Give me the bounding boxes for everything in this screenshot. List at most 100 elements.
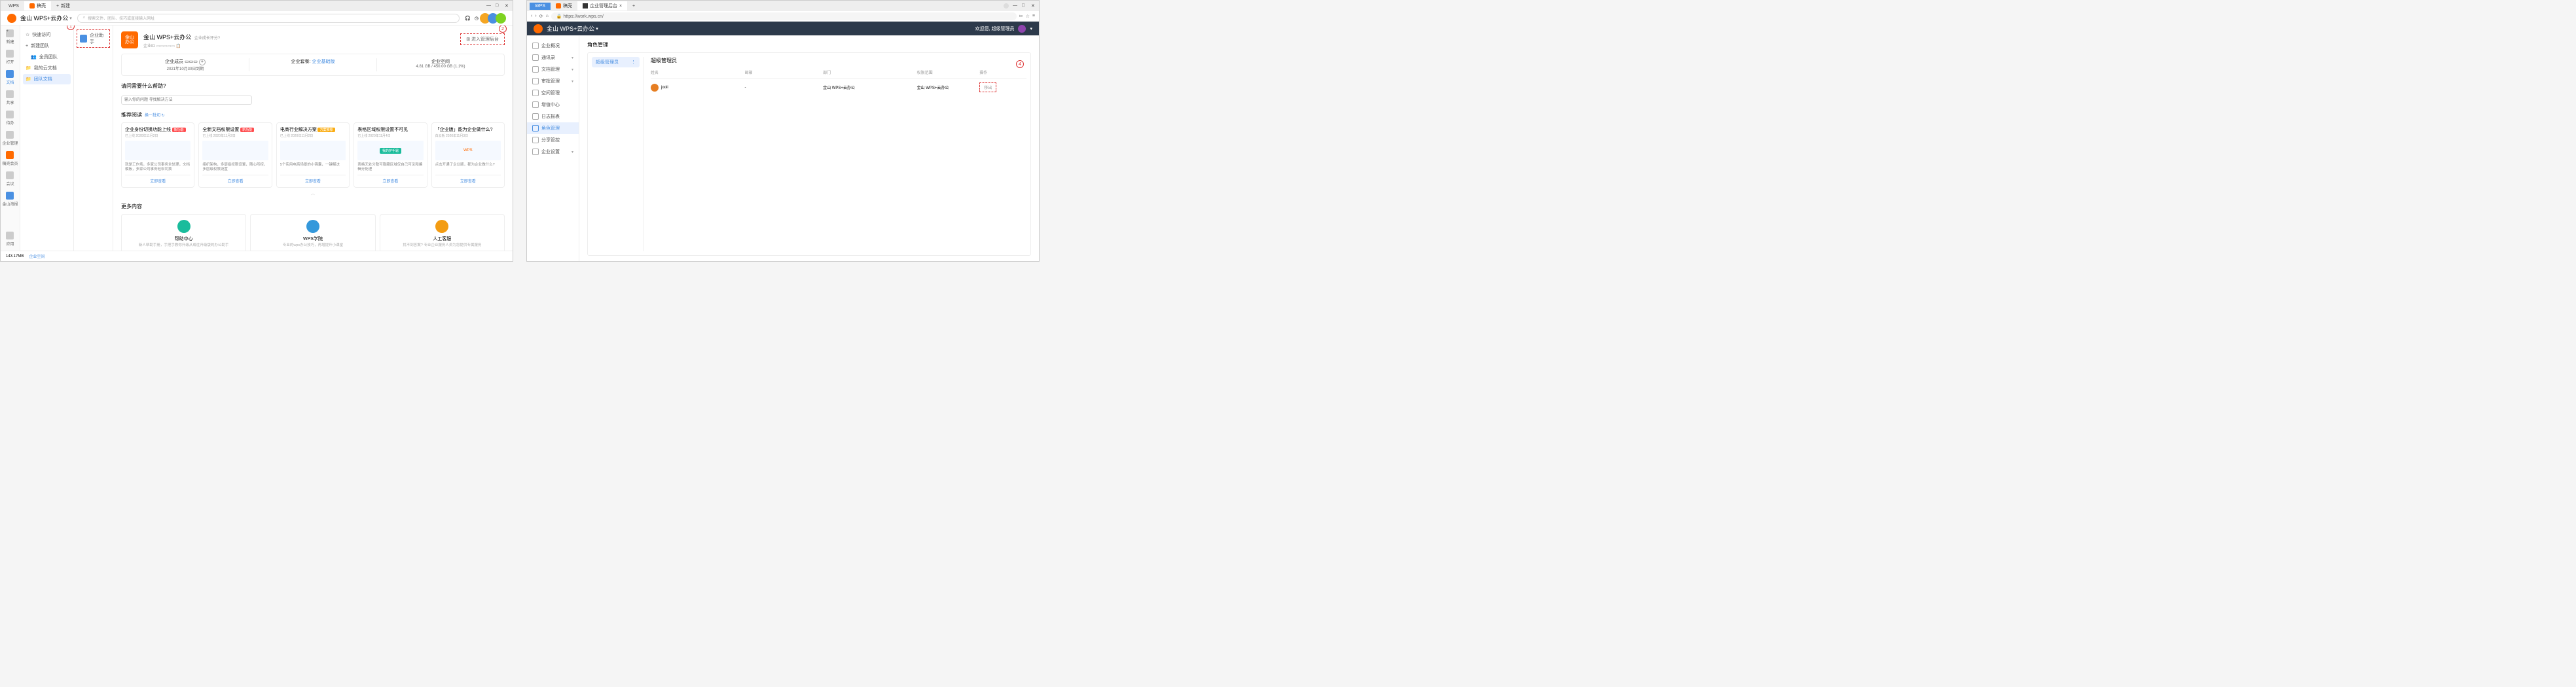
- remove-button[interactable]: 移出: [979, 82, 996, 92]
- sublist-qyzs[interactable]: 1 企业助手: [77, 29, 110, 48]
- clip-icon[interactable]: ✂: [1019, 14, 1023, 19]
- tab-wps[interactable]: WPS: [3, 3, 24, 10]
- rail-app[interactable]: 应用: [6, 232, 14, 251]
- nav-new-team[interactable]: + 新建团队: [23, 41, 71, 51]
- view-button[interactable]: 立即查看: [280, 175, 346, 184]
- reload-icon[interactable]: ⟳: [539, 14, 543, 19]
- card-3[interactable]: 表格区域权限设置不可见已上线 2020年11月4日我的护手霜表格无处分散可隐藏区…: [354, 122, 427, 188]
- view-button[interactable]: 立即查看: [357, 175, 423, 184]
- close-icon[interactable]: ✕: [1031, 3, 1036, 9]
- nav-team-docs[interactable]: 📁 团队文档: [23, 74, 71, 84]
- search-icon: ⌕: [83, 16, 85, 20]
- org-logo-icon: 金山办公: [121, 31, 138, 48]
- sidebar-item-value[interactable]: 增值中心: [527, 99, 579, 111]
- tab-liaoku[interactable]: 稿壳: [24, 1, 51, 10]
- more-help[interactable]: 帮助中心新人帮助手册，手把手教你升级从成往升级版的办公助手: [121, 214, 246, 251]
- more-academy[interactable]: WPS学院专业的wps办公技巧，再增提升小课堂: [250, 214, 375, 251]
- docs-icon: [532, 66, 539, 73]
- tab-add[interactable]: +: [627, 3, 640, 10]
- avatar-group[interactable]: [482, 13, 506, 24]
- view-button[interactable]: 立即查看: [435, 175, 501, 184]
- role-tab-superadmin[interactable]: 超级管理员⋮: [592, 57, 640, 67]
- help-search-input[interactable]: [121, 96, 252, 105]
- sidebar-item-share[interactable]: 分享管控: [527, 134, 579, 146]
- rail-open[interactable]: 打开: [6, 50, 14, 65]
- card-1[interactable]: 全新文档权限设置 新功能已上线 2020年11月2日组织架构，多层级权限设置，随…: [198, 122, 272, 188]
- rail-share[interactable]: 共享: [6, 90, 14, 105]
- back-icon[interactable]: ‹: [531, 14, 532, 18]
- gear-icon: [532, 149, 539, 155]
- ent-space-link[interactable]: 企业空间: [29, 253, 45, 259]
- sidebar-item-settings[interactable]: 企业设置▾: [527, 146, 579, 158]
- rail-todo[interactable]: 待办: [6, 111, 14, 126]
- sidebar-item-approval[interactable]: 审批管理▾: [527, 75, 579, 87]
- maximize-icon[interactable]: □: [496, 3, 501, 9]
- tab-liaoku[interactable]: 稿壳: [551, 1, 577, 10]
- org-name: 金山 WPS+云办公: [143, 34, 191, 41]
- row-avatar: [651, 84, 659, 92]
- forward-icon[interactable]: ›: [535, 14, 536, 18]
- close-icon[interactable]: ✕: [505, 3, 510, 9]
- table-header: 姓名 邮箱 部门 权限范围 4 操作: [651, 67, 1026, 79]
- rail-ent[interactable]: 企业管理: [2, 131, 18, 146]
- card-preview-icon: 我的护手霜: [357, 141, 423, 160]
- welcome-text: 欢迎您, 超级管理员: [975, 26, 1015, 32]
- star-icon[interactable]: ☆: [1026, 14, 1030, 19]
- rail-files[interactable]: 文档: [6, 70, 14, 85]
- rail-sea[interactable]: 金山海报: [2, 192, 18, 207]
- sidebar-item-space[interactable]: 空间管理: [527, 87, 579, 99]
- nav-my-docs[interactable]: 📁 我的云文档: [23, 63, 71, 73]
- enter-admin-button[interactable]: 2 ⊞ 进入管理后台: [460, 33, 505, 45]
- callout-2: 2: [499, 26, 507, 33]
- rail-meeting[interactable]: 会议: [6, 171, 14, 186]
- tab-close-icon[interactable]: ×: [619, 4, 622, 9]
- brand-logo-icon: [534, 24, 543, 33]
- minimize-icon[interactable]: —: [486, 3, 492, 9]
- view-button[interactable]: 立即查看: [125, 175, 190, 184]
- nav-quick[interactable]: ☆ 快速访问: [23, 29, 71, 40]
- nav-all-team[interactable]: 👥 全员团队: [23, 52, 71, 62]
- rail-new[interactable]: +新建: [6, 29, 14, 44]
- rail-member[interactable]: 稿壳会员: [2, 151, 18, 166]
- home-icon[interactable]: ⌂: [546, 14, 549, 18]
- chevron-down-icon[interactable]: ▾: [596, 26, 598, 31]
- sidebar-item-overview[interactable]: 企业概况: [527, 40, 579, 52]
- admin-header: 金山 WPS+云办公 ▾ 欢迎您, 超级管理员 ▾: [527, 22, 1039, 36]
- admin-avatar[interactable]: [1018, 25, 1026, 33]
- headset-icon[interactable]: 🎧: [465, 16, 471, 21]
- search-input[interactable]: ⌕ 搜索文件、团队、技巧或直接输入网址: [77, 14, 460, 23]
- maximize-icon[interactable]: □: [1022, 3, 1027, 9]
- url-input[interactable]: 🔒 https://work.wps.cn/: [551, 12, 1017, 20]
- more-support[interactable]: 人工客服找不到答案? 专业企业服务人员为您提供专属服务: [380, 214, 505, 251]
- chevron-icon: ▾: [571, 67, 573, 72]
- user-icon: [532, 125, 539, 132]
- view-button[interactable]: 立即查看: [202, 175, 268, 184]
- card-0[interactable]: 企业身份切换功能上线 新功能已上线 2020年11月2日就是工作场，多家公司事务…: [121, 122, 194, 188]
- more-icon[interactable]: ⋮: [631, 60, 636, 65]
- cart-icon: [532, 101, 539, 108]
- user-avatar[interactable]: [1004, 3, 1009, 9]
- chevron-down-icon[interactable]: ▾: [1030, 26, 1032, 31]
- plus-icon: +: [6, 29, 14, 37]
- package-link[interactable]: 企业基础版: [312, 60, 335, 64]
- sidebar-item-roles[interactable]: 3 角色管理: [527, 122, 579, 134]
- bell-icon[interactable]: ◷: [475, 16, 479, 21]
- tab-admin[interactable]: 企业管理后台 ×: [577, 1, 627, 10]
- sidebar-item-docs[interactable]: 文档管理▾: [527, 63, 579, 75]
- member-icon: [6, 151, 14, 159]
- tab-new[interactable]: + 新建: [51, 1, 75, 10]
- refresh-link[interactable]: 换一批切 ↻: [145, 114, 165, 118]
- card-preview-icon: WPS: [435, 141, 501, 160]
- chevron-down-icon[interactable]: ▾: [69, 16, 72, 21]
- add-member-button[interactable]: +: [199, 59, 206, 65]
- ent-icon: [6, 131, 14, 139]
- support-icon: [435, 220, 448, 233]
- collapse-icon[interactable]: ︿: [121, 190, 505, 196]
- minimize-icon[interactable]: —: [1013, 3, 1018, 9]
- sidebar-item-logs[interactable]: 日志报表: [527, 111, 579, 122]
- tab-wps[interactable]: WPS: [530, 3, 551, 10]
- card-2[interactable]: 电商行业解决方案 方案推荐已上线 2020年11月2日5个实用电商场景的小锦囊，…: [276, 122, 350, 188]
- menu-icon[interactable]: ≡: [1032, 14, 1035, 18]
- card-4[interactable]: 「企业版」能为企业做什么?白云板 2020年11月3日WPS点击开通了企业版，都…: [431, 122, 505, 188]
- sidebar-item-contacts[interactable]: 通讯录▾: [527, 52, 579, 63]
